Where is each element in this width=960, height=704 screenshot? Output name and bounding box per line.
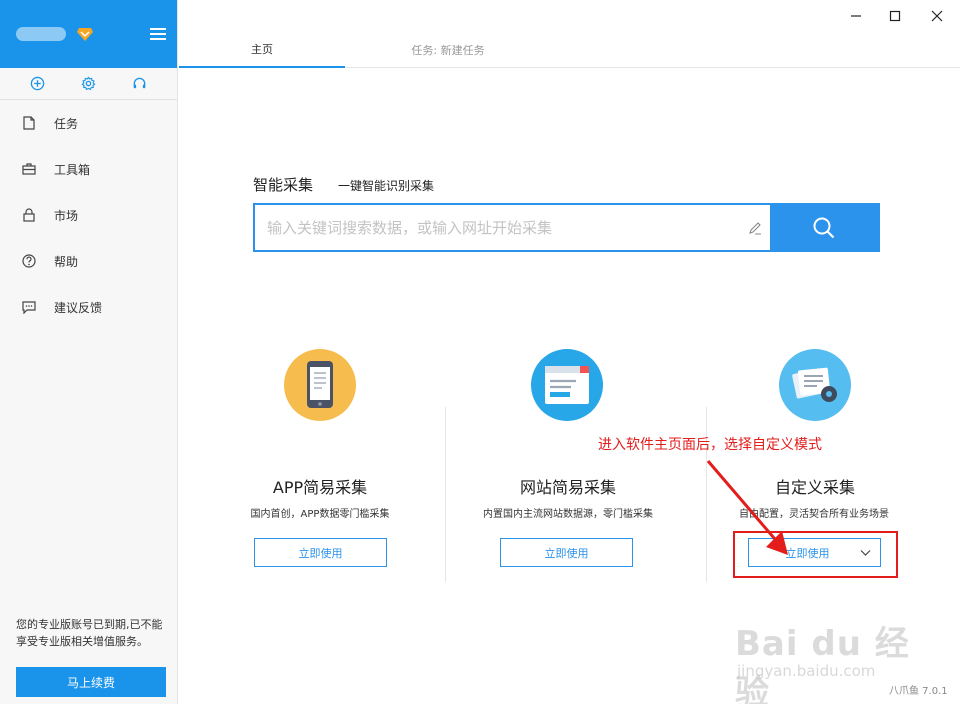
website-collect-browser-icon [531,349,603,421]
app-collect-use-button[interactable]: 立即使用 [254,538,387,567]
sidebar-quick-actions [0,68,177,100]
sidebar-item-toolbox[interactable]: 工具箱 [0,146,177,192]
settings-gear-icon[interactable] [81,76,97,92]
sidebar-header [0,0,177,68]
headset-support-icon[interactable] [132,76,148,92]
sidebar-item-tasks[interactable]: 任务 [0,100,177,146]
vip-diamond-icon [77,28,93,41]
minimize-icon[interactable] [845,6,867,26]
card-divider [445,407,446,582]
custom-collect-config-icon [779,349,851,421]
version-label: 八爪鱼 7.0.1 [889,686,948,697]
search-box [253,203,880,252]
add-circle-icon[interactable] [30,76,46,92]
watermark-url: jingyan.baidu.com [737,662,876,680]
close-icon[interactable] [926,6,948,26]
website-collect-use-button[interactable]: 立即使用 [500,538,633,567]
sidebar: 任务 工具箱 市场 帮助 建议反馈 您的专业版账号已到期,已不能享受专业版相关增… [0,0,178,704]
bag-icon [22,208,36,222]
tab-new-task[interactable]: 任务: 新建任务 [365,31,531,68]
tab-home[interactable]: 主页 [179,31,345,68]
sidebar-item-label: 任务 [54,116,79,131]
tab-bar: 主页 任务: 新建任务 [179,31,960,68]
watermark-main: Bai du 经验 [735,624,910,704]
card-description: 国内首创，APP数据零门槛采集 [250,509,390,520]
file-icon [22,116,36,130]
account-name-pill[interactable] [16,27,66,41]
toolbox-icon [22,162,36,176]
sidebar-item-label: 工具箱 [54,162,91,177]
maximize-icon[interactable] [884,6,906,26]
menu-toggle-icon[interactable] [150,28,166,40]
sidebar-item-label: 市场 [54,208,79,223]
expire-notice: 您的专业版账号已到期,已不能享受专业版相关增值服务。 [16,618,163,648]
renew-button[interactable]: 马上续费 [16,667,166,697]
search-icon [813,217,835,238]
baidu-jingyan-watermark: Bai du 经验 jingyan.baidu.com [735,616,915,704]
sidebar-item-feedback[interactable]: 建议反馈 [0,284,177,330]
smart-collect-title: 智能采集 [253,176,314,194]
annotation-arrow-icon [706,460,788,555]
search-input[interactable] [255,205,740,250]
help-icon [22,254,36,268]
smart-collect-subtitle: 一键智能识别采集 [338,179,435,193]
card-title: APP简易采集 [272,478,368,497]
sidebar-nav: 任务 工具箱 市场 帮助 建议反馈 [0,100,177,330]
sidebar-item-label: 建议反馈 [54,300,103,315]
card-title: 网站简易采集 [519,478,616,497]
card-description: 内置国内主流网站数据源，零门槛采集 [483,509,653,520]
pencil-edit-icon[interactable] [740,205,770,250]
annotation-text: 进入软件主页面后，选择自定义模式 [598,437,822,453]
sidebar-item-help[interactable]: 帮助 [0,238,177,284]
sidebar-item-label: 帮助 [54,254,79,269]
feedback-icon [22,300,36,314]
app-collect-phone-icon [284,349,356,421]
sidebar-item-market[interactable]: 市场 [0,192,177,238]
search-button[interactable] [770,205,878,250]
